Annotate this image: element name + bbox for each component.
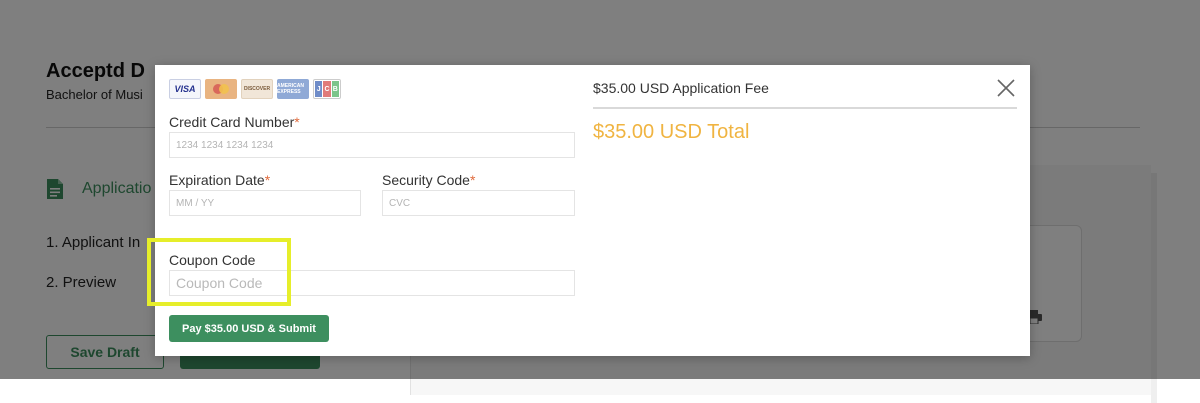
security-code-input[interactable]: CVC — [382, 190, 575, 216]
payment-modal: VISA DISCOVER AMERICAN EXPRESS JCB Credi… — [147, 65, 1030, 356]
fee-divider — [593, 107, 1017, 109]
amex-logo-icon: AMERICAN EXPRESS — [277, 79, 309, 99]
fee-header: $35.00 USD Application Fee — [593, 80, 769, 96]
coupon-code-input[interactable]: Coupon Code — [169, 270, 575, 296]
mastercard-logo-icon — [205, 79, 237, 99]
card-logos: VISA DISCOVER AMERICAN EXPRESS JCB — [169, 79, 341, 99]
pay-submit-button[interactable]: Pay $35.00 USD & Submit — [169, 315, 329, 342]
card-number-input[interactable]: 1234 1234 1234 1234 — [169, 132, 575, 158]
discover-logo-icon: DISCOVER — [241, 79, 273, 99]
card-number-label: Credit Card Number* — [169, 114, 300, 130]
close-button[interactable] — [995, 77, 1017, 99]
expiration-date-label: Expiration Date* — [169, 172, 271, 188]
security-code-label: Security Code* — [382, 172, 476, 188]
total-amount: $35.00 USD Total — [593, 121, 750, 143]
coupon-code-label: Coupon Code — [169, 252, 256, 268]
visa-logo-icon: VISA — [169, 79, 201, 99]
close-icon[interactable] — [997, 79, 1015, 97]
jcb-logo-icon: JCB — [313, 79, 341, 99]
expiration-date-input[interactable]: MM / YY — [169, 190, 361, 216]
